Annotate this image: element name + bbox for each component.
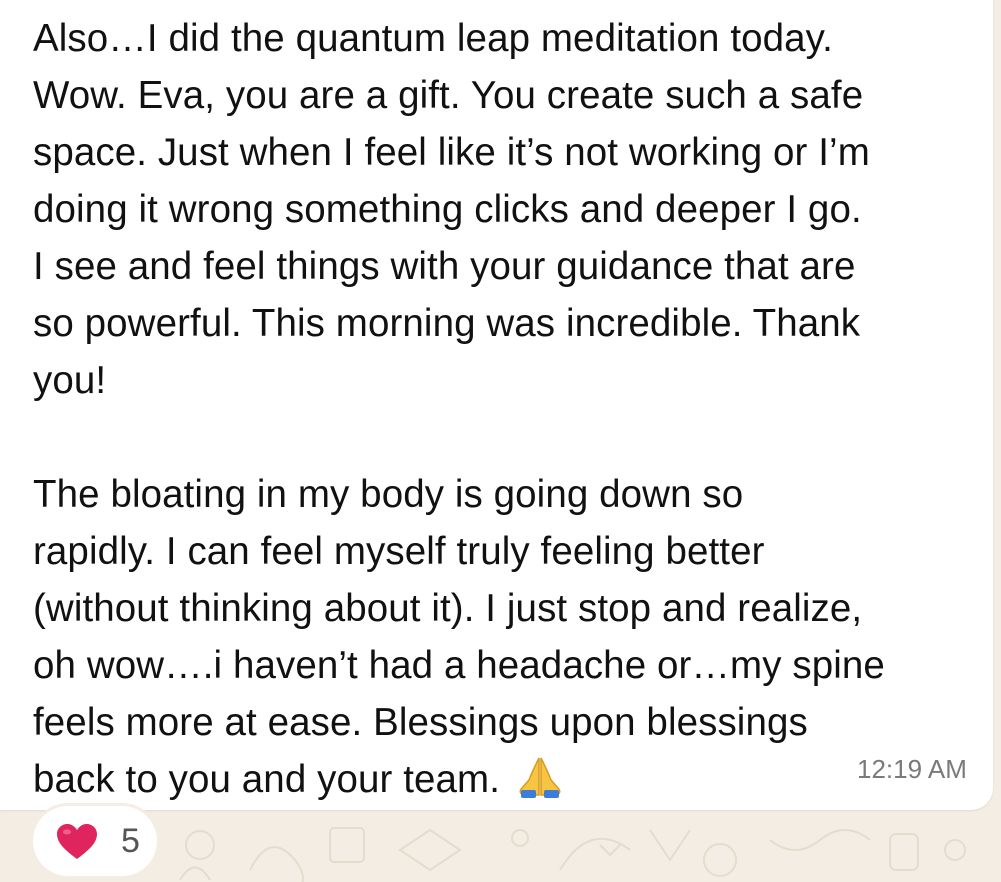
reaction-pill[interactable]: 5: [33, 806, 157, 876]
message-bubble[interactable]: Also…I did the quantum leap meditation t…: [0, 0, 993, 810]
message-line: feels more at ease. Blessings upon bless…: [33, 701, 808, 744]
folded-hands-emoji: [519, 757, 561, 798]
message-line: oh wow….i haven’t had a headache or…my s…: [33, 644, 885, 687]
message-line: Wow. Eva, you are a gift. You create suc…: [33, 74, 864, 117]
message-line: I see and feel things with your guidance…: [33, 245, 856, 288]
reaction-count: 5: [121, 822, 140, 860]
message-line: The bloating in my body is going down so: [33, 473, 744, 516]
red-heart-icon: [57, 824, 97, 859]
message-line: Also…I did the quantum leap meditation t…: [33, 17, 833, 60]
message-last-line: back to you and your team.: [33, 751, 988, 808]
message-line: you!: [33, 359, 107, 402]
message-line: so powerful. This morning was incredible…: [33, 302, 861, 345]
message-line: back to you and your team.: [33, 758, 501, 801]
message-line: space. Just when I feel like it’s not wo…: [33, 131, 870, 174]
message-line: (without thinking about it). I just stop…: [33, 587, 863, 630]
message-line: rapidly. I can feel myself truly feeling…: [33, 530, 765, 573]
message-line: doing it wrong something clicks and deep…: [33, 188, 862, 231]
message-timestamp: 12:19 AM: [857, 754, 967, 784]
message-text: Also…I did the quantum leap meditation t…: [33, 0, 988, 808]
